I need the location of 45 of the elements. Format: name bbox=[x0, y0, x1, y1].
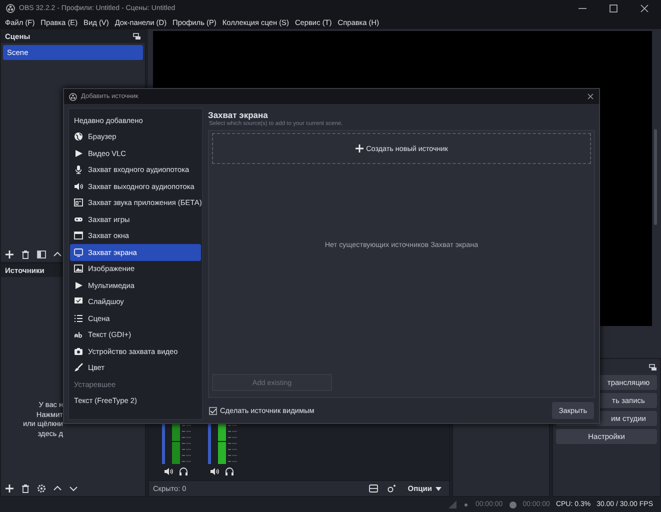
add-icon[interactable] bbox=[5, 484, 14, 493]
scrollbar-thumb[interactable] bbox=[654, 129, 657, 225]
layout-icon[interactable] bbox=[368, 484, 378, 493]
up-icon[interactable] bbox=[53, 250, 62, 259]
checkbox[interactable] bbox=[209, 406, 217, 414]
slideshow-icon bbox=[74, 297, 83, 306]
caret-icon bbox=[435, 486, 442, 492]
speaker-icon[interactable] bbox=[164, 467, 173, 476]
app-window-icon bbox=[74, 198, 83, 208]
close-icon[interactable] bbox=[587, 93, 594, 100]
monitor-icon bbox=[74, 248, 83, 257]
add-icon[interactable] bbox=[5, 250, 14, 259]
image-icon bbox=[74, 264, 83, 274]
headphones-icon[interactable] bbox=[179, 467, 188, 476]
up-icon[interactable] bbox=[53, 484, 62, 493]
list-icon bbox=[74, 314, 83, 323]
undock-icon[interactable] bbox=[649, 364, 657, 370]
trash-icon[interactable] bbox=[21, 484, 30, 493]
speaker-icon[interactable] bbox=[210, 467, 219, 476]
close-icon[interactable] bbox=[640, 4, 649, 12]
text-icon bbox=[74, 330, 83, 340]
play-icon bbox=[74, 280, 83, 290]
globe-icon bbox=[74, 132, 83, 142]
headphones-icon[interactable] bbox=[225, 467, 234, 476]
section-heading: Захват экрана bbox=[208, 110, 269, 120]
check-icon bbox=[210, 408, 216, 414]
gamepad-icon bbox=[74, 214, 83, 224]
undock-icon[interactable] bbox=[133, 33, 141, 40]
broadcast-icon bbox=[463, 502, 470, 508]
app-logo-icon bbox=[69, 92, 77, 100]
settings-icon[interactable] bbox=[37, 484, 46, 493]
down-icon[interactable] bbox=[69, 484, 78, 493]
signal-icon bbox=[448, 500, 458, 509]
app-logo-icon bbox=[6, 4, 15, 12]
brush-icon bbox=[74, 363, 83, 372]
maximize-icon[interactable] bbox=[609, 4, 618, 12]
filter-icon[interactable] bbox=[37, 250, 46, 259]
speaker-icon bbox=[74, 182, 83, 191]
add-icon[interactable] bbox=[355, 144, 364, 153]
microphone-icon bbox=[74, 165, 83, 174]
play-icon bbox=[74, 148, 83, 158]
trash-icon[interactable] bbox=[21, 250, 30, 259]
window-icon bbox=[74, 231, 83, 240]
camera-icon bbox=[74, 346, 83, 356]
record-icon bbox=[508, 500, 517, 508]
